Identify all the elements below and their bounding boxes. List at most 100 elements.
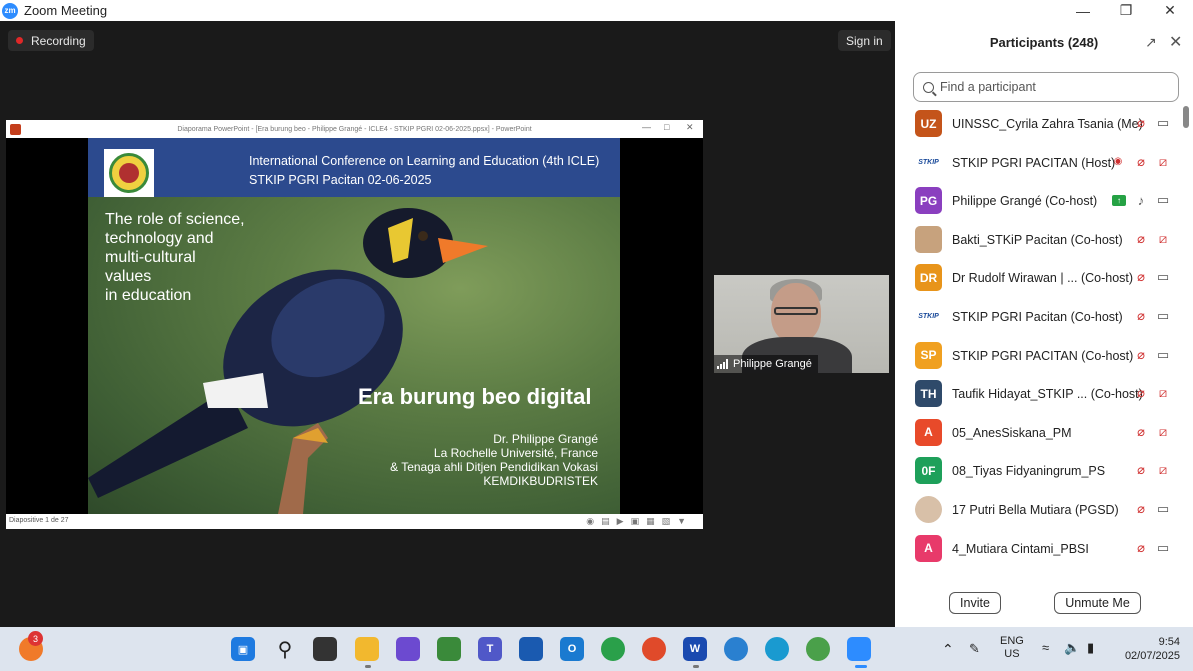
video-icon[interactable]: ▭	[1155, 192, 1171, 208]
maximize-button[interactable]: ❐	[1104, 0, 1148, 21]
edge-icon[interactable]	[765, 637, 789, 661]
video-icon[interactable]: ▭	[1155, 501, 1171, 517]
task-view-icon[interactable]	[313, 637, 337, 661]
mic-muted-icon[interactable]: ⌀	[1133, 385, 1149, 401]
participant-list[interactable]: UZ UINSSC_Cyrila Zahra Tsania (Me) ⌀ ▭ STKIP…	[895, 106, 1181, 576]
clock[interactable]: 9:54 02/07/2025	[1114, 635, 1180, 663]
zoom-taskbar-icon[interactable]	[847, 637, 871, 661]
teams-icon[interactable]: T	[478, 637, 502, 661]
slide-main-title: Era burung beo digital	[358, 384, 592, 409]
participant-name: STKIP PGRI PACITAN (Co-host)	[952, 348, 1134, 363]
participant-row[interactable]: UZ UINSSC_Cyrila Zahra Tsania (Me) ⌀ ▭	[895, 106, 1181, 144]
participant-row[interactable]: STKIP STKIP PGRI Pacitan (Co-host) ⌀ ▭	[895, 299, 1181, 337]
invite-button[interactable]: Invite	[949, 592, 1001, 614]
video-off-icon[interactable]: ⧄	[1155, 231, 1171, 247]
participant-row[interactable]: PG Philippe Grangé (Co-host) ↑ ♪ ▭	[895, 183, 1181, 221]
video-off-icon[interactable]: ⧄	[1155, 424, 1171, 440]
battery-icon[interactable]: ▮	[1087, 640, 1094, 656]
video-icon[interactable]: ▭	[1155, 540, 1171, 556]
participant-row[interactable]: A 4_Mutiara Cintami_PBSI ⌀ ▭	[895, 531, 1181, 569]
participant-row[interactable]: DR Dr Rudolf Wirawan | ... (Co-host) ⌀ ▭	[895, 260, 1181, 298]
chrome-profile3-icon[interactable]	[806, 637, 830, 661]
participant-name: Taufik Hidayat_STKIP ... (Co-host)	[952, 387, 1143, 402]
close-button[interactable]: ✕	[1148, 0, 1192, 21]
participant-row[interactable]: 0F 08_Tiyas Fidyaningrum_PS ⌀ ⧄	[895, 453, 1181, 491]
recording-label: Recording	[31, 33, 86, 48]
pen-icon[interactable]: ✎	[969, 641, 980, 657]
mic-muted-icon[interactable]: ⌀	[1133, 154, 1149, 170]
mic-muted-icon[interactable]: ⌀	[1133, 231, 1149, 247]
mic-icon[interactable]: ♪	[1133, 192, 1149, 208]
slide-author: Dr. Philippe Grangé La Rochelle Universi…	[390, 432, 598, 488]
mic-muted-icon[interactable]: ⌀	[1133, 115, 1149, 131]
mic-muted-icon[interactable]: ⌀	[1133, 462, 1149, 478]
avatar: TH	[915, 380, 942, 408]
participant-row[interactable]: SP STKIP PGRI PACITAN (Co-host) ⌀ ▭	[895, 338, 1181, 376]
video-off-icon[interactable]: ⧄	[1155, 462, 1171, 478]
mic-muted-icon[interactable]: ⌀	[1133, 269, 1149, 285]
participant-row[interactable]: STKIP STKIP PGRI PACITAN (Host) ◉ ⌀ ⧄	[895, 145, 1181, 183]
window-titlebar: zm Zoom Meeting — ❐ ✕	[0, 0, 1193, 21]
slide: International Conference on Learning and…	[88, 138, 620, 514]
search-taskbar-icon[interactable]: ⚲	[273, 637, 297, 661]
recording-dot-icon	[16, 37, 23, 44]
college-logo	[104, 149, 154, 197]
participant-scrollbar[interactable]	[1183, 106, 1189, 576]
popout-icon[interactable]: ↗	[1145, 34, 1157, 51]
participant-name: UINSSC_Cyrila Zahra Tsania (Me)	[952, 117, 1143, 131]
college-seal-icon	[109, 153, 149, 193]
participants-panel: Participants (248) ↗ ✕ UZUINSSC_Cyrila Z…	[895, 21, 1193, 627]
ppt-view-icons: ◉▤▶▣▦▧▼	[586, 516, 693, 526]
recording-icon: ◉	[1113, 156, 1123, 168]
meeting-area: Recording Sign in Diaporama PowerPoint -…	[0, 21, 895, 627]
chrome-profile-icon[interactable]	[642, 637, 666, 661]
video-icon[interactable]: ▭	[1155, 347, 1171, 363]
mic-muted-icon[interactable]: ⌀	[1133, 347, 1149, 363]
video-off-icon[interactable]: ⧄	[1155, 385, 1171, 401]
chrome-profile2-icon[interactable]	[724, 637, 748, 661]
avatar: DR	[915, 264, 942, 292]
unmute-me-button[interactable]: Unmute Me	[1054, 592, 1141, 614]
participant-name: Dr Rudolf Wirawan | ... (Co-host)	[952, 271, 1134, 286]
video-icon[interactable]: ▭	[1155, 308, 1171, 324]
search-input[interactable]	[940, 80, 1160, 94]
participant-row[interactable]: A 05_AnesSiskana_PM ⌀ ⧄	[895, 415, 1181, 453]
copilot-icon[interactable]	[396, 637, 420, 661]
sign-in-button[interactable]: Sign in	[838, 30, 891, 51]
avatar: 0F	[915, 457, 942, 485]
mic-muted-icon[interactable]: ⌀	[1133, 501, 1149, 517]
slide-header-line1: International Conference on Learning and…	[249, 154, 600, 168]
avatar: SP	[915, 341, 942, 369]
minimize-button[interactable]: —	[1061, 0, 1105, 21]
video-icon[interactable]: ▭	[1155, 115, 1171, 131]
notification-badge: 3	[28, 631, 43, 646]
recording-indicator[interactable]: Recording	[8, 30, 94, 51]
mic-muted-icon[interactable]: ⌀	[1133, 308, 1149, 324]
windows-start-icon[interactable]: ▣	[231, 637, 255, 661]
participant-row[interactable]: Bakti_STKiP Pacitan (Co-host) ⌀ ⧄	[895, 222, 1181, 260]
file-explorer-icon[interactable]	[355, 637, 379, 661]
chevron-up-icon[interactable]: ⌃	[942, 641, 954, 658]
outlook-icon[interactable]: O	[560, 637, 584, 661]
volume-icon[interactable]: 🔈	[1064, 640, 1080, 656]
speaker-video-tile[interactable]: Philippe Grangé	[714, 275, 889, 373]
avatar: A	[915, 418, 942, 446]
participant-row[interactable]: 17 Putri Bella Mutiara (PGSD) ⌀ ▭	[895, 492, 1181, 530]
ppt-close-icon: ✕	[686, 122, 694, 132]
mic-muted-icon[interactable]: ⌀	[1133, 424, 1149, 440]
word-icon[interactable]: W	[683, 637, 707, 661]
chrome-icon[interactable]	[601, 637, 625, 661]
participant-row[interactable]: TH Taufik Hidayat_STKIP ... (Co-host) ⌀ ⧄	[895, 376, 1181, 414]
store-icon[interactable]	[519, 637, 543, 661]
language-indicator[interactable]: ENG US	[1000, 635, 1024, 661]
participant-search[interactable]	[913, 72, 1179, 102]
wifi-icon[interactable]: ≈	[1042, 640, 1049, 655]
avatar: UZ	[915, 110, 942, 137]
video-icon[interactable]: ▭	[1155, 269, 1171, 285]
video-off-icon[interactable]: ⧄	[1155, 154, 1171, 170]
app-icon[interactable]	[437, 637, 461, 661]
close-panel-icon[interactable]: ✕	[1169, 32, 1182, 52]
mic-muted-icon[interactable]: ⌀	[1133, 540, 1149, 556]
avatar	[915, 225, 942, 253]
participant-name: 4_Mutiara Cintami_PBSI	[952, 541, 1089, 556]
